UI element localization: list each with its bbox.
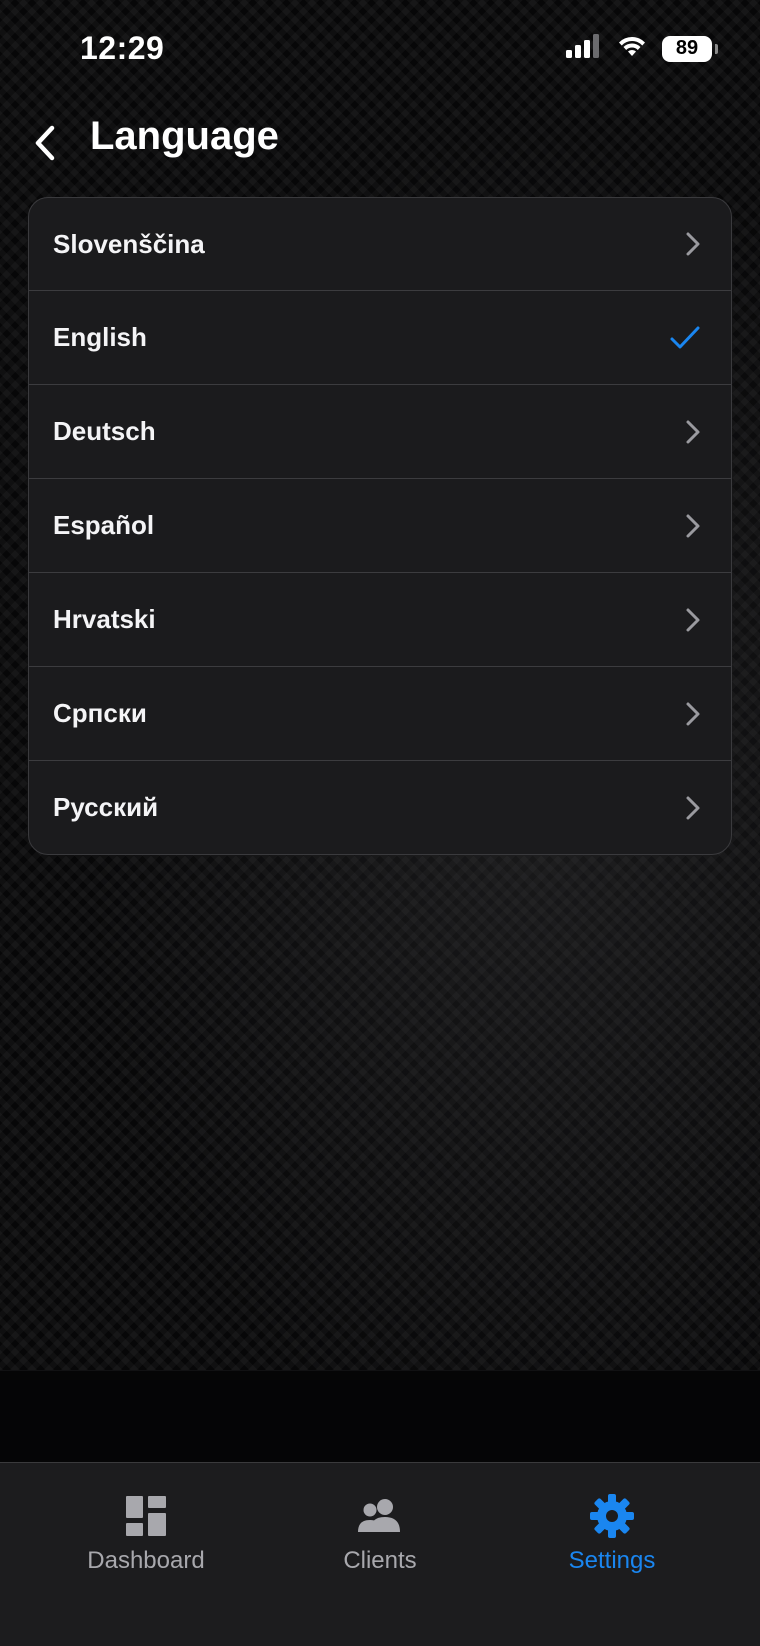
language-item-english[interactable]: English bbox=[29, 290, 731, 384]
tab-dashboard[interactable]: Dashboard bbox=[46, 1493, 246, 1575]
page-title: Language bbox=[90, 114, 279, 158]
settings-gear-icon bbox=[589, 1493, 635, 1539]
language-label: Deutsch bbox=[53, 416, 156, 446]
checkmark-icon bbox=[669, 325, 701, 351]
language-label: Slovenščina bbox=[53, 228, 205, 259]
language-label: Српски bbox=[53, 698, 147, 728]
tab-clients[interactable]: Clients bbox=[280, 1493, 480, 1575]
wifi-icon bbox=[616, 34, 648, 63]
chevron-right-icon bbox=[685, 701, 701, 727]
tab-label: Clients bbox=[343, 1547, 417, 1574]
language-item-hrvatski[interactable]: Hrvatski bbox=[29, 572, 731, 666]
language-label: Hrvatski bbox=[53, 604, 156, 634]
chevron-right-icon bbox=[685, 231, 701, 257]
chevron-right-icon bbox=[685, 419, 701, 445]
language-label: Español bbox=[53, 510, 155, 540]
battery-indicator: 89 bbox=[662, 35, 718, 62]
tab-label: Settings bbox=[568, 1547, 656, 1574]
cellular-signal-icon bbox=[566, 34, 602, 63]
language-item-deutsch[interactable]: Deutsch bbox=[29, 384, 731, 478]
tab-settings[interactable]: Settings bbox=[512, 1493, 712, 1575]
language-label: Русский bbox=[53, 792, 159, 822]
bottom-tab-bar: Dashboard Clients Settings bbox=[0, 1462, 760, 1646]
language-item-slovenscina[interactable]: Slovenščina bbox=[29, 198, 731, 290]
language-label: English bbox=[53, 322, 147, 352]
back-button[interactable] bbox=[28, 118, 68, 168]
chevron-right-icon bbox=[685, 795, 701, 821]
clients-icon bbox=[356, 1493, 404, 1539]
chevron-left-icon bbox=[28, 125, 60, 172]
language-item-russkiy[interactable]: Русский bbox=[29, 760, 731, 854]
language-item-srpski[interactable]: Српски bbox=[29, 666, 731, 760]
dashboard-icon bbox=[126, 1493, 166, 1539]
battery-level: 89 bbox=[675, 37, 699, 59]
background-footer-strip bbox=[0, 1370, 760, 1463]
tab-label: Dashboard bbox=[87, 1547, 205, 1574]
chevron-right-icon bbox=[685, 513, 701, 539]
language-list: Slovenščina English Deutsch Español Hrva… bbox=[28, 197, 732, 855]
language-item-espanol[interactable]: Español bbox=[29, 478, 731, 572]
chevron-right-icon bbox=[685, 607, 701, 633]
status-icons: 89 bbox=[566, 34, 718, 63]
status-time: 12:29 bbox=[80, 30, 165, 66]
